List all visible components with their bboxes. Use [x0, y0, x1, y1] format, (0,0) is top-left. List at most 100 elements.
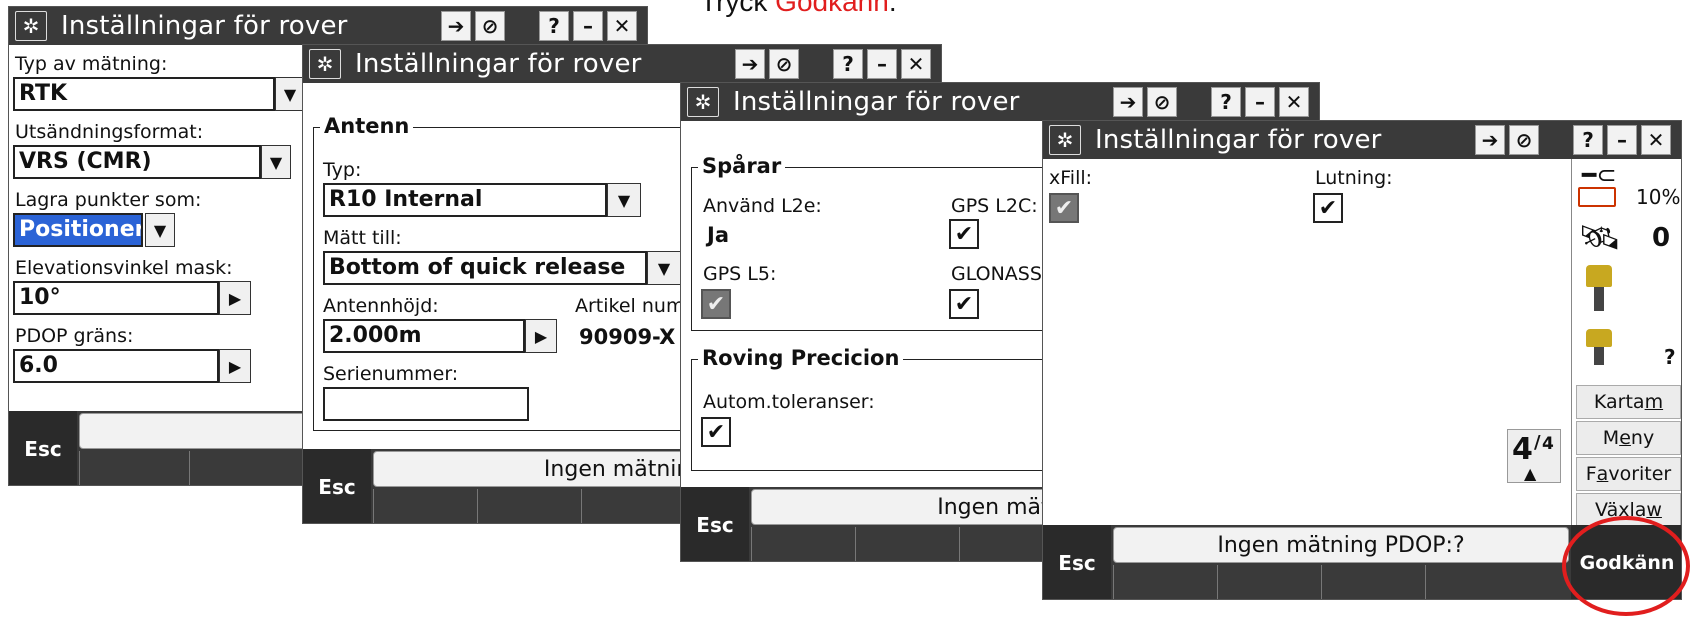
esc-button[interactable]: Esc: [303, 449, 371, 523]
window-title: Inställningar för rover: [61, 11, 348, 41]
chevron-right-icon[interactable]: ▶: [219, 349, 251, 383]
auto-tolerance-checkbox[interactable]: ✔: [701, 417, 731, 447]
softkey-3[interactable]: [1321, 565, 1425, 599]
tilt-label: Lutning:: [1315, 167, 1393, 189]
softkey-1[interactable]: [79, 451, 189, 485]
map-toggle-icon[interactable]: ➔: [441, 11, 471, 41]
esc-button[interactable]: Esc: [1043, 525, 1111, 599]
cancel-measure-icon[interactable]: ⊘: [769, 49, 799, 79]
antenna-height-input[interactable]: 2.000m: [323, 319, 525, 353]
pdop-label: PDOP gräns:: [15, 325, 134, 347]
elevation-label: Elevationsvinkel mask:: [15, 257, 233, 279]
app-logo-icon: ✲: [309, 49, 341, 79]
title-bar: ✲ Inställningar för rover ➔ ⊘ ? – ✕: [9, 7, 647, 45]
softkey-1[interactable]: [373, 489, 477, 523]
battery-percent: 10%: [1636, 185, 1681, 209]
help-button[interactable]: ?: [539, 11, 569, 41]
minimize-button[interactable]: –: [867, 49, 897, 79]
page-total: 4: [1542, 434, 1554, 454]
gps-l2c-checkbox[interactable]: ✔: [949, 219, 979, 249]
chevron-down-icon[interactable]: ▼: [607, 183, 641, 217]
help-button[interactable]: ?: [833, 49, 863, 79]
close-button[interactable]: ✕: [901, 49, 931, 79]
cancel-measure-icon[interactable]: ⊘: [1147, 87, 1177, 117]
serial-number-input[interactable]: [323, 387, 529, 421]
title-bar: ✲ Inställningar för rover ➔ ⊘ ? – ✕: [1043, 121, 1681, 159]
minimize-button[interactable]: –: [1607, 125, 1637, 155]
app-logo-icon: ✲: [1049, 125, 1081, 155]
use-l2e-value: Ja: [707, 223, 729, 247]
gps-l2c-label: GPS L2C:: [951, 195, 1038, 217]
softkey-1[interactable]: [1113, 565, 1217, 599]
map-button[interactable]: Karta m: [1576, 385, 1681, 419]
antenna-type-select[interactable]: R10 Internal: [323, 183, 607, 217]
close-button[interactable]: ✕: [1641, 125, 1671, 155]
softkey-2[interactable]: [477, 489, 581, 523]
chevron-down-icon[interactable]: ▼: [275, 77, 305, 111]
gps-l5-checkbox[interactable]: ✔: [701, 289, 731, 319]
close-button[interactable]: ✕: [1279, 87, 1309, 117]
store-select[interactable]: Positioner: [13, 213, 143, 247]
use-l2e-label: Använd L2e:: [703, 195, 822, 217]
antenna-height-label: Antennhöjd:: [323, 295, 439, 317]
chevron-down-icon[interactable]: ▼: [261, 145, 291, 179]
type-select[interactable]: RTK: [13, 77, 275, 111]
instruction-highlight: Godkänn: [775, 0, 889, 17]
type-label: Typ av mätning:: [15, 53, 168, 75]
favorites-button[interactable]: Fa voriter: [1576, 457, 1681, 491]
minimize-button[interactable]: –: [573, 11, 603, 41]
title-bar: ✲ Inställningar för rover ➔ ⊘ ? – ✕: [303, 45, 941, 83]
softkey-2[interactable]: [189, 451, 299, 485]
satellite-icon: 🛰: [1578, 218, 1622, 258]
format-select[interactable]: VRS (CMR): [13, 145, 261, 179]
page-indicator-button[interactable]: 4 / 4 ▲: [1507, 429, 1561, 483]
minimize-button[interactable]: –: [1245, 87, 1275, 117]
page-number: 4: [1512, 432, 1533, 467]
measured-to-label: Mätt till:: [323, 227, 402, 249]
antenna-group-title: Antenn: [320, 114, 414, 138]
app-logo-icon: ✲: [15, 11, 47, 41]
tilt-checkbox[interactable]: ✔: [1313, 193, 1343, 223]
chevron-down-icon[interactable]: ▼: [647, 251, 681, 285]
xfill-label: xFill:: [1049, 167, 1093, 189]
pdop-input[interactable]: 6.0: [13, 349, 219, 383]
chevron-right-icon[interactable]: ▶: [525, 319, 557, 353]
help-button[interactable]: ?: [1573, 125, 1603, 155]
highlight-circle: [1562, 516, 1690, 616]
elevation-input[interactable]: 10°: [13, 281, 219, 315]
rover-icon: [1586, 329, 1612, 369]
app-logo-icon: ✲: [687, 87, 719, 117]
close-button[interactable]: ✕: [607, 11, 637, 41]
antenna-type-label: Typ:: [323, 159, 362, 181]
map-toggle-icon[interactable]: ➔: [735, 49, 765, 79]
status-panel: ━⊂ 10% 🛰 0 ? Karta m Me ny Fa voriter Växl…: [1571, 159, 1681, 559]
softkey-3[interactable]: [581, 489, 685, 523]
esc-button[interactable]: Esc: [681, 487, 749, 561]
article-number-value: 90909-X: [579, 325, 676, 349]
menu-button[interactable]: Me ny: [1576, 421, 1681, 455]
gps-l5-label: GPS L5:: [703, 263, 777, 285]
title-bar: ✲ Inställningar för rover ➔ ⊘ ? – ✕: [681, 83, 1319, 121]
esc-button[interactable]: Esc: [9, 411, 77, 485]
glonass-checkbox[interactable]: ✔: [949, 289, 979, 319]
map-toggle-icon[interactable]: ➔: [1113, 87, 1143, 117]
xfill-checkbox[interactable]: ✔: [1049, 193, 1079, 223]
power-plug-icon: ━⊂: [1582, 161, 1617, 189]
measured-to-select[interactable]: Bottom of quick release: [323, 251, 647, 285]
softkey-row: [1113, 565, 1569, 599]
chevron-right-icon[interactable]: ▶: [219, 281, 251, 315]
softkey-1[interactable]: [751, 527, 855, 561]
cancel-measure-icon[interactable]: ⊘: [1509, 125, 1539, 155]
cancel-measure-icon[interactable]: ⊘: [475, 11, 505, 41]
map-toggle-icon[interactable]: ➔: [1475, 125, 1505, 155]
status-bar: Ingen mätning PDOP:?: [1113, 527, 1569, 563]
softkey-4[interactable]: [1425, 565, 1529, 599]
instruction-text: Tryck Godkänn.: [700, 0, 897, 18]
receiver-icon: [1586, 265, 1612, 311]
softkey-2[interactable]: [855, 527, 959, 561]
auto-tolerance-label: Autom.toleranser:: [703, 391, 875, 413]
help-button[interactable]: ?: [1211, 87, 1241, 117]
rover-status: ?: [1664, 345, 1676, 369]
chevron-down-icon[interactable]: ▼: [145, 213, 175, 247]
softkey-2[interactable]: [1217, 565, 1321, 599]
